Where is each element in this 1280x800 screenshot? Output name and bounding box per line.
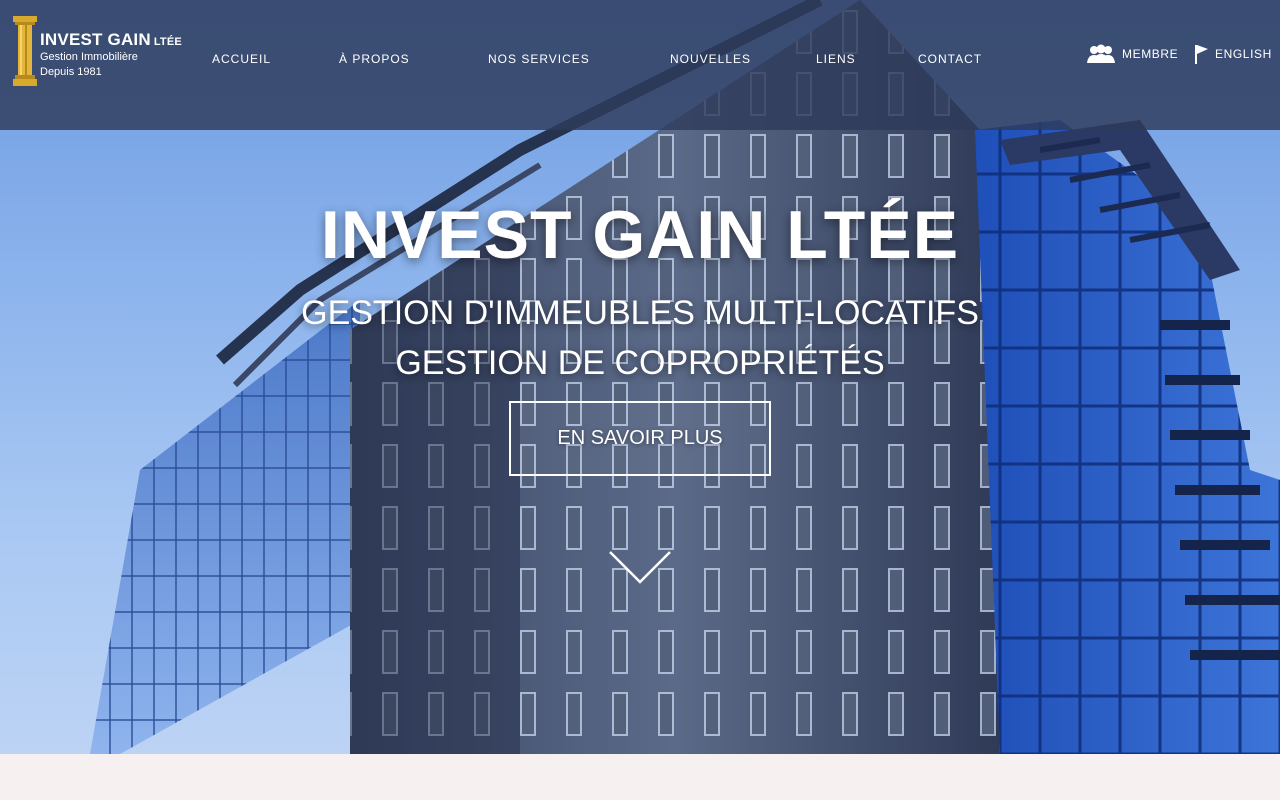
column-pillar-icon — [13, 16, 37, 86]
brand-suffix: LTÉE — [153, 36, 182, 48]
nav-item-nouvelles[interactable]: NOUVELLES — [670, 52, 751, 66]
nav-item-liens[interactable]: LIENS — [816, 52, 856, 66]
brand-name: INVEST GAIN LTÉE — [40, 30, 182, 49]
brand-tagline: Gestion Immobilière — [40, 51, 138, 63]
learn-more-button[interactable]: EN SAVOIR PLUS — [509, 401, 771, 476]
hero-subtitle-coproprietes: GESTION DE COPROPRIÉTÉS — [395, 344, 885, 382]
member-link[interactable]: MEMBRE — [1086, 44, 1178, 64]
nav-item-contact[interactable]: CONTACT — [918, 52, 982, 66]
nav-item-nos-services[interactable]: NOS SERVICES — [488, 52, 590, 66]
hero-subtitle-multi-locatifs: GESTION D'IMMEUBLES MULTI-LOCATIFS — [301, 294, 979, 332]
nav-item-a-propos[interactable]: À PROPOS — [339, 52, 410, 66]
brand-since: Depuis 1981 — [40, 66, 102, 78]
hero-title: INVEST GAIN LTÉE — [320, 197, 960, 273]
language-label: ENGLISH — [1215, 47, 1272, 61]
users-icon — [1087, 44, 1115, 63]
nav-item-accueil[interactable]: ACCUEIL — [212, 52, 271, 66]
chevron-down-icon[interactable] — [608, 550, 672, 586]
language-switch[interactable]: ENGLISH — [1193, 44, 1272, 64]
top-navigation-bar: INVEST GAIN LTÉE Gestion Immobilière Depu… — [0, 0, 1280, 130]
content-band — [0, 754, 1280, 800]
brand-logo[interactable]: INVEST GAIN LTÉE Gestion Immobilière Depu… — [12, 14, 192, 88]
member-label: MEMBRE — [1122, 47, 1179, 61]
flag-icon — [1195, 45, 1208, 64]
